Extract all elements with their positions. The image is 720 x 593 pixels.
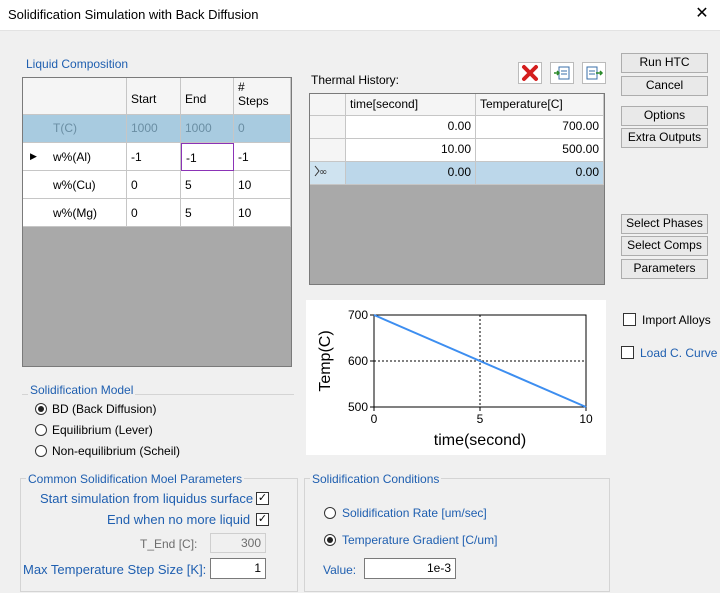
row-label-mg: w%(Mg) (23, 199, 127, 227)
solidification-rate-label: Solidification Rate [um/sec] (342, 506, 487, 520)
start-liquidus-checkbox[interactable]: ✓ (256, 492, 269, 505)
temperature-steps-cell[interactable]: 0 (234, 115, 291, 143)
conditions-title: Solidification Conditions (310, 472, 442, 486)
mg-start-cell[interactable]: 0 (127, 199, 181, 227)
append-row-button[interactable] (582, 62, 606, 84)
grid-corner (23, 78, 127, 115)
liquid-composition-grid: Start End # Steps T(C) 1000 1000 0 ▶ w%(… (22, 77, 292, 367)
equilibrium-radio[interactable] (35, 424, 47, 436)
temperature-start-cell[interactable]: 1000 (127, 115, 181, 143)
temperature-gradient-label: Temperature Gradient [C/um] (342, 533, 498, 547)
thermal-row-header (310, 139, 346, 162)
row-label-al-text: w%(Al) (53, 150, 91, 164)
t-end-label: T_End [C]: (140, 537, 198, 551)
select-comps-button[interactable]: Select Comps (621, 236, 708, 256)
column-header-steps: # Steps (234, 78, 291, 115)
bd-radio[interactable] (35, 403, 47, 415)
import-alloys-label: Import Alloys (642, 313, 711, 327)
thermal-history-title: Thermal History: (311, 73, 400, 87)
scheil-label: Non-equilibrium (Scheil) (52, 444, 181, 458)
import-alloys-checkbox[interactable] (623, 313, 636, 326)
max-step-input[interactable]: 1 (210, 558, 266, 579)
run-htc-button[interactable]: Run HTC (621, 53, 708, 73)
cu-end-cell[interactable]: 5 (181, 171, 234, 199)
temperature-cell[interactable]: 0.00 (476, 162, 604, 185)
liquid-composition-title: Liquid Composition (26, 57, 129, 71)
column-header-time: time[second] (346, 94, 476, 116)
extra-outputs-button[interactable]: Extra Outputs (621, 128, 708, 148)
temperature-cell[interactable]: 500.00 (476, 139, 604, 162)
max-step-label: Max Temperature Step Size [K]: (23, 562, 207, 577)
x-tick-label: 0 (371, 412, 378, 426)
x-axis-label: time(second) (434, 432, 526, 449)
options-button[interactable]: Options (621, 106, 708, 126)
select-phases-button[interactable]: Select Phases (621, 214, 708, 234)
chart-svg: 0 5 10 500 600 700 time(second) Temp(C) (317, 308, 593, 449)
insert-row-icon (554, 66, 570, 80)
column-header-start: Start (127, 78, 181, 115)
t-end-input[interactable]: 300 (210, 533, 266, 553)
equilibrium-label: Equilibrium (Lever) (52, 423, 153, 437)
x-tick-label: 5 (477, 412, 484, 426)
y-axis-label: Temp(C) (317, 330, 334, 391)
close-icon[interactable]: ✕ (690, 3, 714, 25)
svg-text:∞: ∞ (319, 167, 327, 177)
row-label-cu: w%(Cu) (23, 171, 127, 199)
y-tick-label: 600 (348, 354, 368, 368)
al-start-cell[interactable]: -1 (127, 143, 181, 171)
thermal-history-grid: time[second] Temperature[C] 0.00 700.00 … (309, 93, 605, 285)
thermal-history-chart: 0 5 10 500 600 700 time(second) Temp(C) (306, 300, 606, 455)
mg-end-cell[interactable]: 5 (181, 199, 234, 227)
delete-row-button[interactable] (518, 62, 542, 84)
current-row-arrow-icon: ▶ (30, 151, 37, 161)
al-steps-cell[interactable]: -1 (234, 143, 291, 171)
column-header-temperature: Temperature[C] (476, 94, 604, 116)
end-no-liquid-checkbox[interactable]: ✓ (256, 513, 269, 526)
time-cell[interactable]: 0.00 (346, 162, 476, 185)
common-params-title: Common Solidification Moel Parameters (26, 472, 245, 486)
cancel-button[interactable]: Cancel (621, 76, 708, 96)
thermal-grid-corner (310, 94, 346, 116)
y-tick-label: 500 (348, 400, 368, 414)
scheil-radio[interactable] (35, 445, 47, 457)
solidification-rate-radio[interactable] (324, 507, 336, 519)
thermal-row-header (310, 116, 346, 139)
al-end-cell[interactable]: -1 (181, 143, 234, 171)
delete-icon (522, 65, 538, 81)
solidification-model-title: Solidification Model (28, 383, 136, 397)
load-curve-checkbox[interactable] (621, 346, 634, 359)
value-label: Value: (323, 563, 357, 577)
row-label-temperature: T(C) (23, 115, 127, 143)
new-row-icon: ∞ (314, 165, 327, 178)
temperature-cell[interactable]: 700.00 (476, 116, 604, 139)
load-curve-label: Load C. Curve (640, 346, 718, 360)
y-tick-label: 700 (348, 308, 368, 322)
start-liquidus-label: Start simulation from liquidus surface (40, 491, 254, 506)
mg-steps-cell[interactable]: 10 (234, 199, 291, 227)
end-no-liquid-label: End when no more liquid (107, 512, 251, 527)
cu-steps-cell[interactable]: 10 (234, 171, 291, 199)
insert-row-button[interactable] (550, 62, 574, 84)
row-label-al: ▶ w%(Al) (23, 143, 127, 171)
temperature-end-cell[interactable]: 1000 (181, 115, 234, 143)
cu-start-cell[interactable]: 0 (127, 171, 181, 199)
bd-label: BD (Back Diffusion) (52, 402, 157, 416)
new-row-header: ∞ (310, 162, 346, 185)
parameters-button[interactable]: Parameters (621, 259, 708, 279)
title-bar: Solidification Simulation with Back Diff… (0, 0, 720, 31)
value-input[interactable]: 1e-3 (364, 558, 456, 579)
column-header-end: End (181, 78, 234, 115)
time-cell[interactable]: 0.00 (346, 116, 476, 139)
x-tick-label: 10 (579, 412, 593, 426)
window-title: Solidification Simulation with Back Diff… (8, 7, 259, 22)
time-cell[interactable]: 10.00 (346, 139, 476, 162)
append-row-icon (586, 66, 604, 80)
temperature-gradient-radio[interactable] (324, 534, 336, 546)
